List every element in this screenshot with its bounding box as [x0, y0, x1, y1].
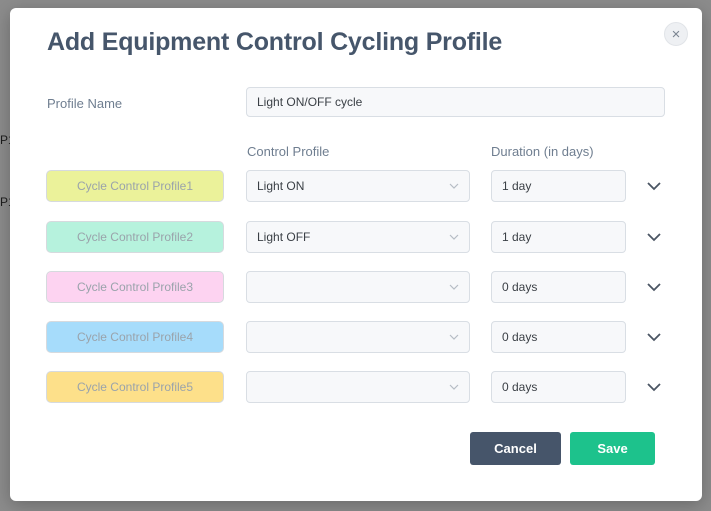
- close-icon: ×: [671, 25, 681, 43]
- add-cycling-profile-dialog: × Add Equipment Control Cycling Profile …: [10, 8, 702, 501]
- profile-name-label: Profile Name: [47, 96, 123, 111]
- profile-name-input[interactable]: [246, 87, 665, 117]
- cancel-button[interactable]: Cancel: [470, 432, 561, 465]
- chevron-down-icon: [449, 384, 459, 390]
- cycle-row: Cycle Control Profile2 Light OFF 1 day: [10, 221, 702, 253]
- chevron-down-icon: [449, 284, 459, 290]
- duration-column-header: Duration (in days): [491, 144, 594, 159]
- chevron-down-icon: [449, 183, 459, 189]
- duration-input[interactable]: 0 days: [491, 271, 626, 303]
- control-profile-select[interactable]: [246, 371, 470, 403]
- cycle-profile-label: Cycle Control Profile2: [46, 221, 224, 253]
- control-profile-selected-value: Light OFF: [257, 230, 311, 244]
- cycle-row: Cycle Control Profile5 0 days: [10, 371, 702, 403]
- control-profile-select[interactable]: [246, 271, 470, 303]
- cycle-row: Cycle Control Profile1 Light ON 1 day: [10, 170, 702, 202]
- duration-input[interactable]: 1 day: [491, 170, 626, 202]
- dialog-title: Add Equipment Control Cycling Profile: [47, 28, 503, 56]
- cycle-profile-label: Cycle Control Profile4: [46, 321, 224, 353]
- chevron-down-icon: [449, 334, 459, 340]
- control-profile-select[interactable]: Light OFF: [246, 221, 470, 253]
- expand-row-chevron-icon[interactable]: [646, 229, 662, 245]
- cycle-row: Cycle Control Profile3 0 days: [10, 271, 702, 303]
- cycle-profile-label: Cycle Control Profile3: [46, 271, 224, 303]
- expand-row-chevron-icon[interactable]: [646, 178, 662, 194]
- duration-input[interactable]: 1 day: [491, 221, 626, 253]
- control-profile-column-header: Control Profile: [247, 144, 330, 159]
- control-profile-selected-value: Light ON: [257, 179, 305, 193]
- duration-input[interactable]: 0 days: [491, 321, 626, 353]
- expand-row-chevron-icon[interactable]: [646, 329, 662, 345]
- control-profile-select[interactable]: Light ON: [246, 170, 470, 202]
- duration-input[interactable]: 0 days: [491, 371, 626, 403]
- cycle-profile-label: Cycle Control Profile1: [46, 170, 224, 202]
- expand-row-chevron-icon[interactable]: [646, 379, 662, 395]
- save-button[interactable]: Save: [570, 432, 655, 465]
- expand-row-chevron-icon[interactable]: [646, 279, 662, 295]
- cycle-row: Cycle Control Profile4 0 days: [10, 321, 702, 353]
- chevron-down-icon: [449, 234, 459, 240]
- control-profile-select[interactable]: [246, 321, 470, 353]
- close-button[interactable]: ×: [664, 22, 688, 46]
- cycle-profile-label: Cycle Control Profile5: [46, 371, 224, 403]
